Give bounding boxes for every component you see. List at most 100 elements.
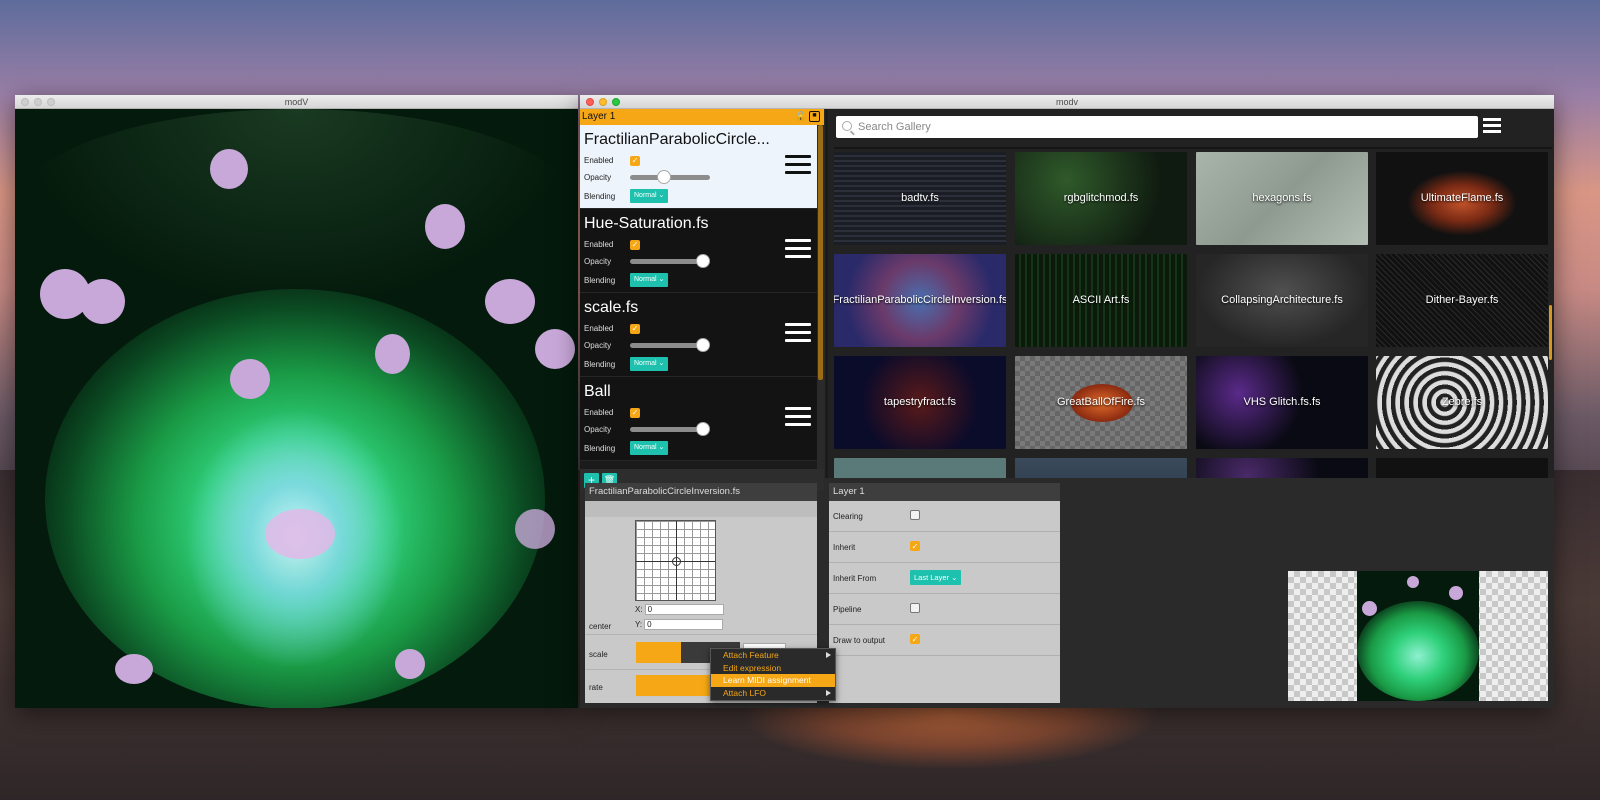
module-list[interactable]: FractilianParabolicCircle... Enabled ✓ Op… [580,125,817,478]
output-window-titlebar[interactable]: modV [15,95,578,109]
module-menu-icon[interactable] [785,239,811,263]
gallery-tile[interactable]: CollapsingArchitecture.fs [1196,254,1368,347]
main-window: modv Layer 1 🔓 ■ FractilianParabolicCirc… [580,95,1554,708]
search-icon [842,121,852,131]
pink-spot [210,149,248,189]
gallery-tile[interactable]: Zebre.fs [1376,356,1548,449]
zoom-window-button[interactable] [612,98,620,106]
gallery-tile[interactable]: tapestryfract.fs [834,356,1006,449]
pink-spot [535,329,575,369]
collapse-icon[interactable]: ■ [809,111,820,122]
zoom-window-button[interactable] [47,98,55,106]
main-window-titlebar[interactable]: modv [580,95,1554,109]
search-placeholder: Search Gallery [858,121,931,133]
rate-range-slider[interactable] [636,675,710,696]
search-input[interactable]: Search Gallery [836,116,1478,138]
blending-dropdown[interactable]: Normal ⌄ [630,273,669,287]
inherit-row: Inherit ✓ [829,532,1060,563]
opacity-slider-thumb[interactable] [696,422,710,436]
gallery-tile[interactable]: VHS Glitch.fs.fs [1196,356,1368,449]
opacity-slider-thumb[interactable] [696,338,710,352]
context-menu-item-learn-midi[interactable]: Learn MIDI assignment [711,674,835,687]
control-divider [585,634,817,635]
pink-spot [485,279,535,324]
unlock-icon[interactable]: 🔓 [795,111,806,122]
opacity-slider[interactable] [630,254,710,268]
close-window-button[interactable] [586,98,594,106]
layer-settings-panel: Layer 1 Clearing Inherit ✓ Inherit From … [829,483,1060,703]
module-menu-icon[interactable] [785,407,811,431]
pipeline-checkbox[interactable] [910,603,920,613]
module-card[interactable]: Hue-Saturation.fs Enabled ✓ Opacity Blend… [580,209,817,293]
gallery-tile-label: badtv.fs [901,192,939,205]
opacity-slider[interactable] [630,338,710,352]
module-card[interactable]: Ball Enabled ✓ Opacity Blending Normal ⌄ [580,377,817,461]
gallery-panel: Search Gallery badtv.fs rgbglitchmod.fs … [825,109,1554,478]
gallery-tile[interactable]: UltimateFlame.fs [1376,152,1548,245]
enabled-checkbox[interactable]: ✓ [630,155,640,166]
blending-dropdown[interactable]: Normal ⌄ [630,357,669,371]
opacity-label: Opacity [584,173,612,182]
inherit-checkbox[interactable]: ✓ [910,541,920,551]
opacity-slider-thumb[interactable] [657,170,671,184]
module-controls-title: FractilianParabolicCircleInversion.fs [585,483,817,501]
gallery-tile[interactable]: FractilianParabolicCircleInversion.fs [834,254,1006,347]
inherit-from-dropdown[interactable]: Last Layer ⌄ [910,570,962,585]
gallery-tile[interactable]: GreatBallOfFire.fs [1015,356,1187,449]
layer-header[interactable]: Layer 1 🔓 ■ [580,109,824,125]
module-menu-icon[interactable] [785,155,811,179]
gallery-scrollbar-thumb[interactable] [1549,305,1552,360]
blending-dropdown[interactable]: Normal ⌄ [630,189,669,203]
gallery-tile-label: tapestryfract.fs [883,396,957,409]
gallery-tile[interactable] [1376,458,1548,478]
gallery-tile[interactable] [834,458,1006,478]
pink-spot [1407,576,1419,588]
gallery-menu-icon[interactable] [1483,118,1501,136]
module-list-scrollbar[interactable] [817,125,824,478]
output-canvas[interactable] [15,109,578,708]
preview-glow [1357,601,1479,701]
pad-handle[interactable] [672,557,681,566]
pink-spot [1449,586,1463,600]
layers-panel: Layer 1 🔓 ■ FractilianParabolicCircle...… [580,109,824,491]
enabled-checkbox[interactable]: ✓ [630,407,640,418]
gallery-tile[interactable]: rgbglitchmod.fs [1015,152,1187,245]
enabled-checkbox[interactable]: ✓ [630,323,640,334]
center-point-pad[interactable] [635,520,716,601]
context-menu-label: Learn MIDI assignment [723,675,811,685]
gallery-tile[interactable] [1196,458,1368,478]
module-list-scrollbar-thumb[interactable] [818,125,823,380]
context-menu-item-attach-feature[interactable]: Attach Feature [711,649,835,662]
enabled-checkbox[interactable]: ✓ [630,239,640,250]
context-menu-item-edit-expression[interactable]: Edit expression [711,662,835,675]
minimize-window-button[interactable] [34,98,42,106]
gallery-tile[interactable]: Dither-Bayer.fs [1376,254,1548,347]
gallery-tile[interactable]: badtv.fs [834,152,1006,245]
opacity-slider[interactable] [630,170,710,184]
y-input[interactable]: 0 [644,619,724,630]
pink-spot [425,204,465,249]
module-card[interactable]: scale.fs Enabled ✓ Opacity Blending Normal… [580,293,817,377]
submenu-arrow-icon [826,652,831,658]
draw-to-output-label: Draw to output [833,636,886,645]
opacity-slider-thumb[interactable] [696,254,710,268]
x-label: X: [635,605,643,614]
draw-to-output-checkbox[interactable]: ✓ [910,634,920,644]
preview-canvas[interactable] [1288,571,1548,701]
gallery-tile[interactable]: ASCII Art.fs [1015,254,1187,347]
clearing-checkbox[interactable] [910,510,920,520]
close-window-button[interactable] [21,98,29,106]
inherit-from-value: Last Layer [914,573,950,582]
module-menu-icon[interactable] [785,323,811,347]
blending-dropdown[interactable]: Normal ⌄ [630,441,669,455]
gallery-tile[interactable]: hexagons.fs [1196,152,1368,245]
module-card[interactable]: FractilianParabolicCircle... Enabled ✓ Op… [580,125,817,209]
context-menu-item-attach-lfo[interactable]: Attach LFO [711,687,835,700]
context-menu: Attach Feature Edit expression Learn MID… [710,648,836,701]
gallery-divider [834,147,1552,149]
opacity-slider[interactable] [630,422,710,436]
x-input[interactable]: 0 [644,604,724,615]
minimize-window-button[interactable] [599,98,607,106]
enabled-label: Enabled [584,240,614,249]
gallery-tile[interactable] [1015,458,1187,478]
